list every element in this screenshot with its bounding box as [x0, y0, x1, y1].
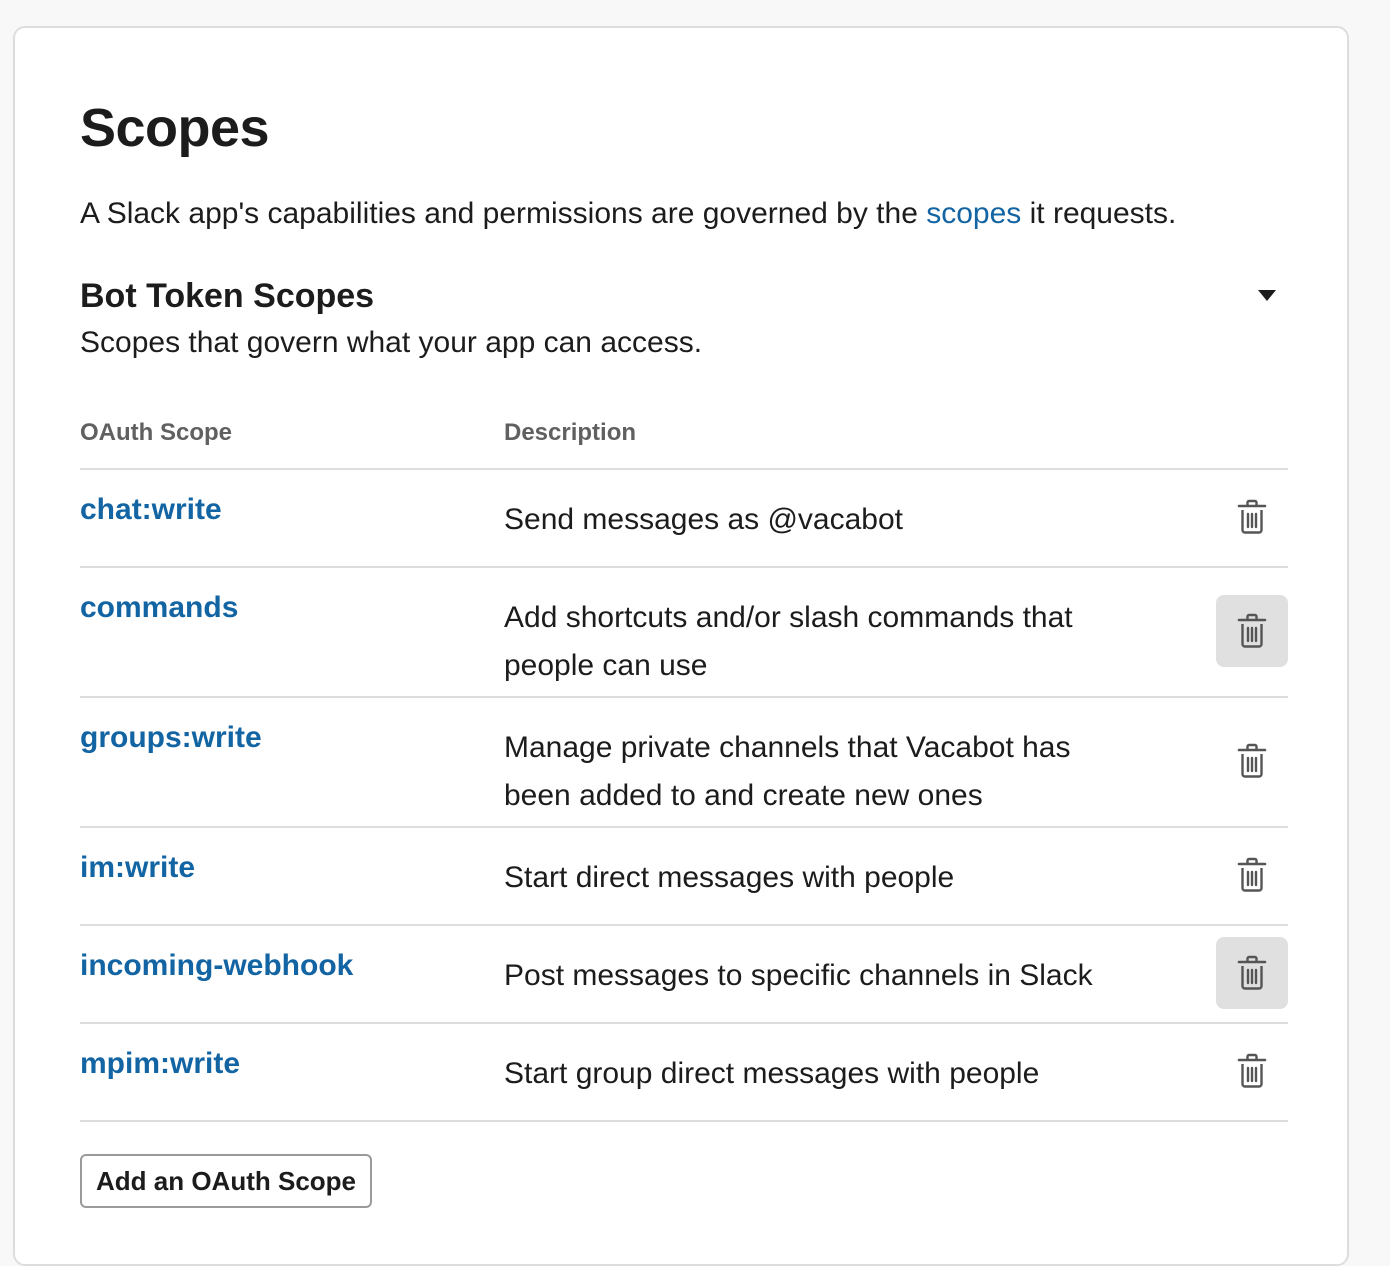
column-header-description: Description — [504, 419, 637, 446]
bot-token-scopes-subtitle: Scopes that govern what your app can acc… — [80, 326, 703, 359]
scope-description: Manage private channels that Vacabot has… — [504, 731, 1071, 812]
scope-description: Start direct messages with people — [504, 861, 955, 894]
scope-description: Add shortcuts and/or slash commands that… — [504, 601, 1073, 682]
bot-token-scopes-title: Bot Token Scopes — [80, 277, 375, 315]
remove-scope-button[interactable] — [1216, 1035, 1288, 1107]
scopes-docs-link[interactable]: scopes — [926, 197, 1021, 230]
scope-row: incoming-webhook Post messages to specifi… — [80, 924, 1288, 1024]
scope-row: mpim:write Start group direct messages wi… — [80, 1022, 1288, 1122]
scopes-table-header: OAuth Scope Description — [80, 416, 1288, 470]
scope-name-link[interactable]: chat:write — [80, 490, 222, 530]
remove-scope-button[interactable] — [1216, 725, 1288, 797]
scopes-intro: A Slack app's capabilities and permissio… — [80, 194, 1176, 234]
scope-description: Send messages as @vacabot — [504, 503, 904, 536]
scopes-card: Scopes A Slack app's capabilities and pe… — [13, 26, 1349, 1266]
trash-icon — [1237, 499, 1267, 535]
scope-name-link[interactable]: im:write — [80, 848, 195, 888]
remove-scope-button[interactable] — [1216, 937, 1288, 1009]
page-title: Scopes — [80, 98, 270, 158]
scope-row: groups:write Manage private channels that… — [80, 696, 1288, 828]
trash-icon — [1237, 1053, 1267, 1089]
remove-scope-button[interactable] — [1216, 839, 1288, 911]
caret-down-icon[interactable] — [1250, 278, 1284, 312]
intro-text: A Slack app's capabilities and permissio… — [80, 197, 927, 230]
remove-scope-button[interactable] — [1216, 595, 1288, 667]
add-oauth-scope-button[interactable]: Add an OAuth Scope — [80, 1154, 372, 1208]
scope-row: commands Add shortcuts and/or slash comma… — [80, 566, 1288, 698]
scope-row: im:write Start direct messages with peopl… — [80, 826, 1288, 926]
scope-row: chat:write Send messages as @vacabot — [80, 468, 1288, 568]
scope-name-link[interactable]: mpim:write — [80, 1044, 240, 1084]
remove-scope-button[interactable] — [1216, 481, 1288, 553]
intro-text-end: it requests. — [1021, 197, 1177, 230]
scope-name-link[interactable]: groups:write — [80, 718, 262, 758]
trash-icon — [1237, 743, 1267, 779]
scope-name-link[interactable]: commands — [80, 588, 238, 628]
scope-description: Start group direct messages with people — [504, 1057, 1040, 1090]
trash-icon — [1237, 955, 1267, 991]
scope-name-link[interactable]: incoming-webhook — [80, 946, 353, 986]
trash-icon — [1237, 857, 1267, 893]
trash-icon — [1237, 613, 1267, 649]
scope-description: Post messages to specific channels in Sl… — [504, 959, 1093, 992]
column-header-oauth-scope: OAuth Scope — [80, 419, 233, 446]
